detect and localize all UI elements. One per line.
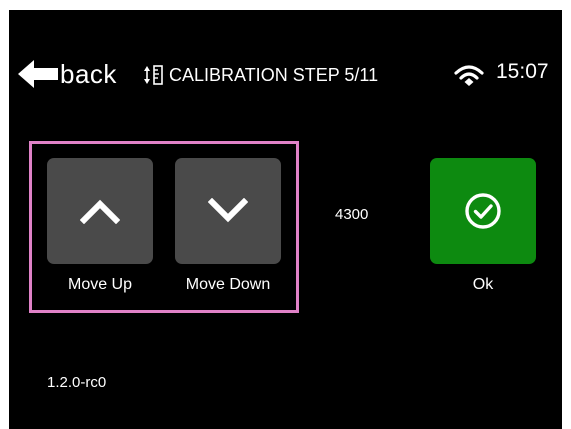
left-arrow-icon bbox=[18, 60, 58, 88]
move-down-button[interactable] bbox=[175, 158, 281, 264]
step-header: CALIBRATION STEP 5/11 bbox=[143, 62, 378, 88]
version-label: 1.2.0-rc0 bbox=[47, 374, 107, 391]
check-circle-icon bbox=[465, 193, 501, 229]
back-label: back bbox=[60, 58, 117, 89]
move-up-button[interactable] bbox=[47, 158, 153, 264]
ok-label: Ok bbox=[472, 276, 494, 293]
back-button[interactable]: back bbox=[18, 58, 117, 90]
move-down-label: Move Down bbox=[185, 276, 271, 293]
chevron-up-icon bbox=[80, 199, 120, 224]
ok-button[interactable] bbox=[430, 158, 536, 264]
device-screen: back CALIBRATION STEP 5/11 15:07 Move Up… bbox=[9, 10, 562, 429]
calibration-value: 4300 bbox=[335, 206, 369, 223]
chevron-down-icon bbox=[208, 198, 248, 223]
step-title: CALIBRATION STEP 5/11 bbox=[169, 64, 379, 85]
wifi-icon bbox=[454, 65, 484, 86]
vertical-calibration-icon bbox=[144, 65, 163, 85]
move-up-label: Move Up bbox=[67, 276, 133, 293]
clock: 15:07 bbox=[496, 60, 549, 83]
